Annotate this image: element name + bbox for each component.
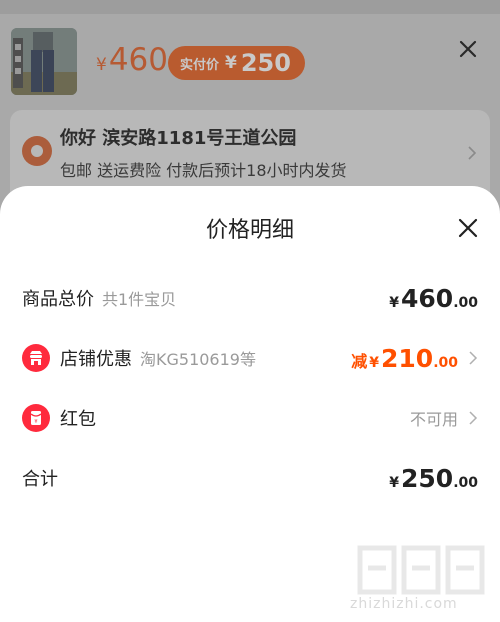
pay-badge-label: 实付价 [180, 57, 220, 73]
red-packet-status: 不可用 [409, 410, 458, 429]
goods-total-amount: ¥ 460 .00 [389, 284, 478, 313]
store-discount-amount: 减 ¥ 210 .00 [351, 344, 458, 373]
product-price: ¥ 460 [96, 42, 168, 78]
row-store-discount[interactable]: 店铺优惠 淘KG510619等 减 ¥ 210 .00 [22, 338, 478, 378]
pay-badge-currency: ¥ [225, 53, 237, 73]
amount-integer: 210 [381, 343, 434, 373]
product-thumbnail [11, 28, 77, 95]
chevron-right-icon [469, 351, 478, 365]
shipping-info: 包邮 送运费险 付款后预计18小时内发货 [60, 161, 347, 180]
chevron-right-icon [466, 144, 478, 162]
amount-integer: 250 [401, 463, 454, 493]
close-icon[interactable] [455, 36, 481, 62]
store-discount-label: 店铺优惠 [60, 349, 132, 370]
red-packet-icon: ¥ [22, 404, 50, 432]
watermark-text: zhizhizhi.com [350, 596, 458, 612]
currency-symbol: ¥ [389, 294, 399, 311]
row-total: 合计 ¥ 250 .00 [22, 458, 478, 498]
modal-close-icon[interactable] [456, 216, 480, 240]
price-value: 460 [108, 42, 168, 78]
currency-symbol: ¥ [389, 474, 399, 491]
modal-title: 价格明细 [205, 218, 294, 243]
coupon-code: 淘KG510619等 [140, 350, 256, 369]
amount-decimal: .00 [453, 474, 478, 491]
svg-text:¥: ¥ [34, 419, 37, 425]
chevron-right-icon [469, 411, 478, 425]
minus-prefix: 减 [351, 351, 368, 371]
currency-symbol: ¥ [369, 354, 379, 371]
watermark-logo [357, 545, 485, 595]
amount-integer: 460 [401, 283, 454, 313]
top-tab-strip [0, 0, 500, 14]
amount-decimal: .00 [433, 354, 458, 371]
total-label: 合计 [22, 469, 58, 490]
goods-total-label: 商品总价 [22, 289, 94, 310]
pay-badge-value: 250 [240, 49, 291, 77]
red-packet-label: 红包 [60, 409, 96, 430]
amount-decimal: .00 [453, 294, 478, 311]
actual-pay-badge: 实付价 ¥ 250 [168, 46, 305, 80]
row-goods-total: 商品总价 共1件宝贝 ¥ 460 .00 [22, 278, 478, 318]
row-red-packet[interactable]: ¥ 红包 不可用 [22, 398, 478, 438]
goods-total-count: 共1件宝贝 [102, 290, 177, 309]
price-currency: ¥ [96, 55, 107, 75]
total-amount: ¥ 250 .00 [389, 464, 478, 493]
store-icon [22, 344, 50, 372]
address-title: 你好 滨安路1181号王道公园 [60, 128, 297, 149]
location-icon [22, 136, 52, 166]
